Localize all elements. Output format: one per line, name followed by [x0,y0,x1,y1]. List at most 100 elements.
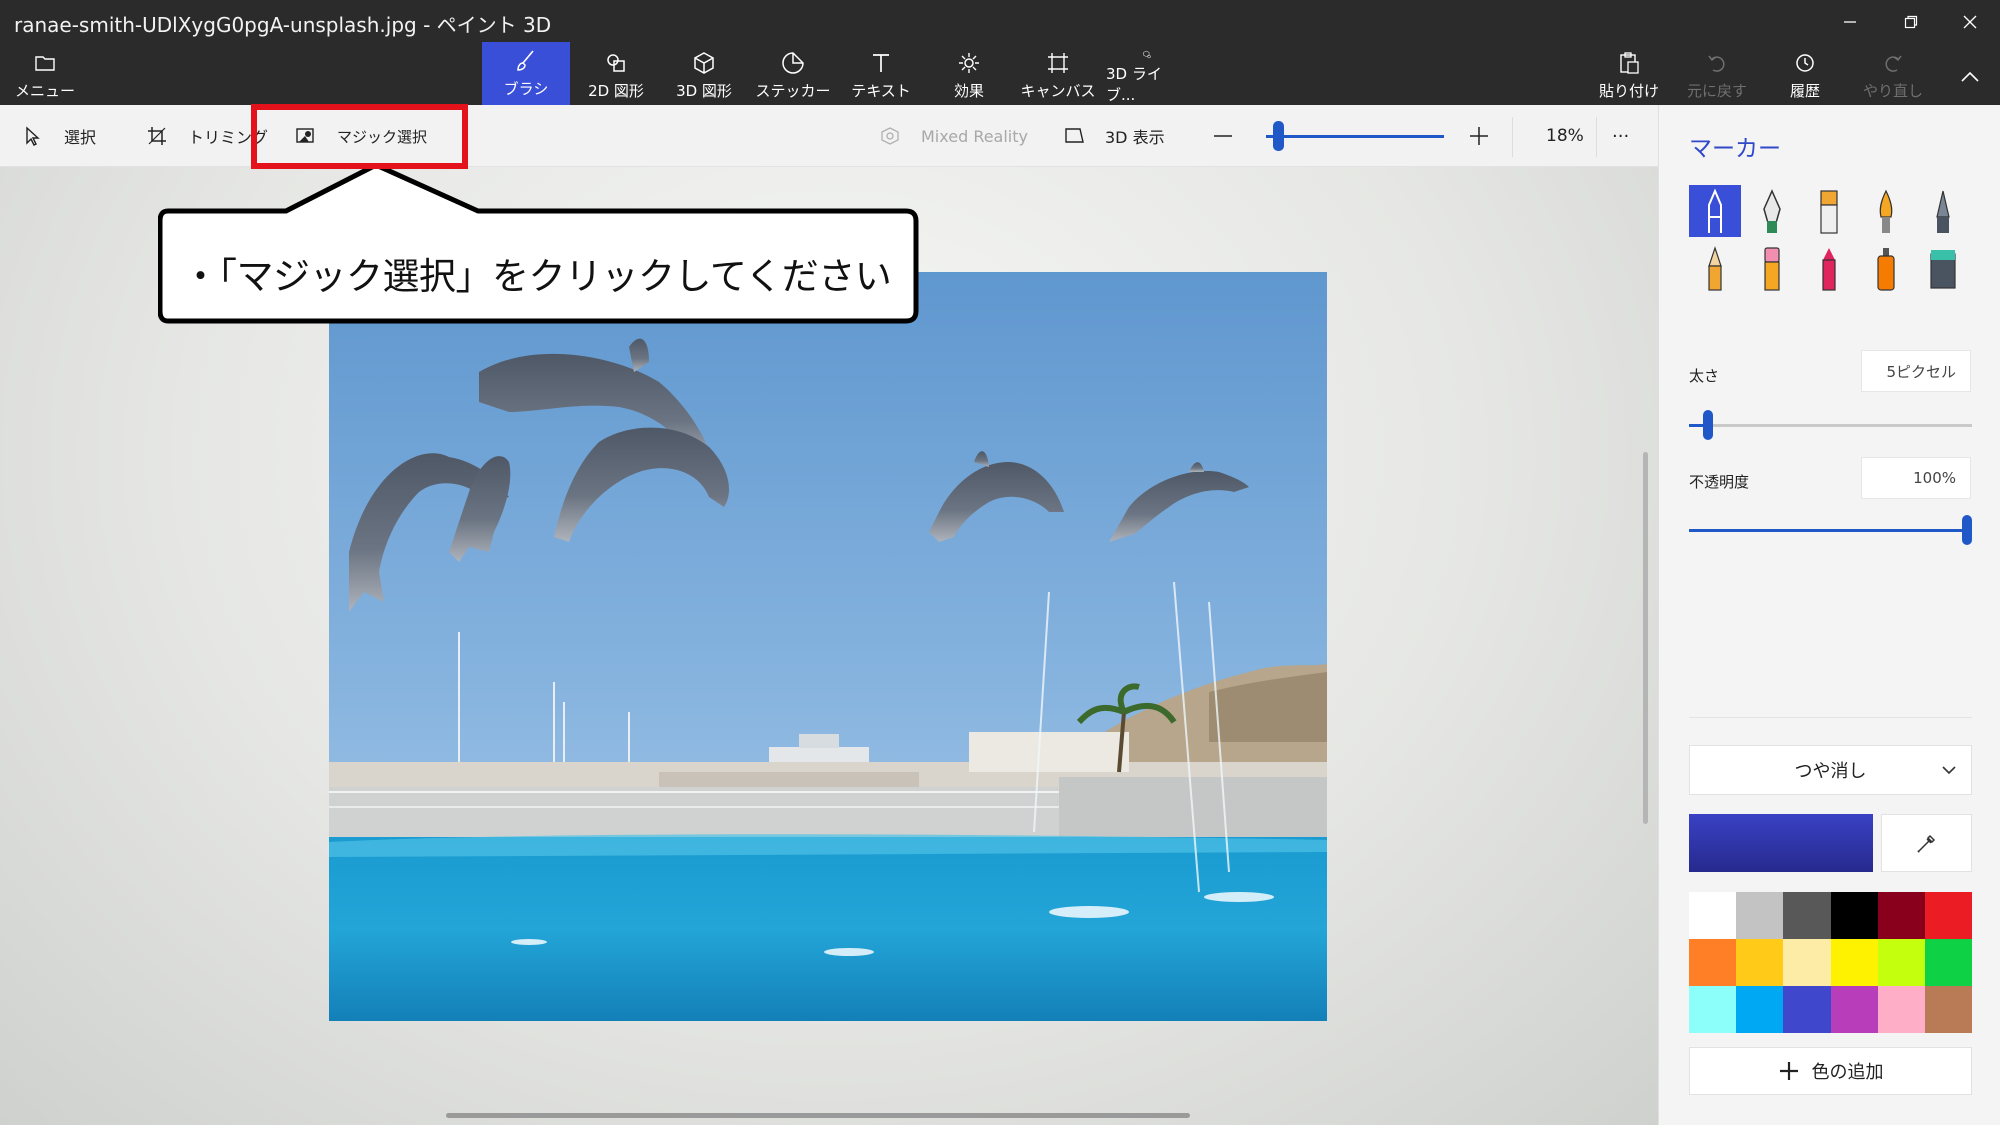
brush-pencil[interactable] [1689,242,1741,294]
canvas-image[interactable] [329,272,1327,1021]
paste-button[interactable]: 貼り付け [1592,44,1666,105]
color-swatch[interactable] [1736,892,1784,939]
collapse-ribbon-button[interactable] [1942,58,1998,94]
mixed-reality-label: Mixed Reality [921,126,1028,146]
chevron-down-icon [1942,766,1956,775]
add-color-button[interactable]: 色の追加 [1689,1047,1972,1095]
paste-label: 貼り付け [1598,82,1659,100]
divider [1689,717,1972,718]
brush-calligraphy-pen[interactable] [1746,185,1798,237]
thickness-slider-thumb[interactable] [1703,410,1713,440]
sticker-icon [782,52,804,74]
color-swatch[interactable] [1877,939,1925,986]
color-swatch[interactable] [1736,939,1784,986]
color-swatch[interactable] [1877,892,1925,939]
opacity-slider-fill [1689,529,1967,532]
color-swatch[interactable] [1783,892,1831,939]
redo-button[interactable]: やり直し [1856,44,1930,105]
brush-pixel-pen[interactable] [1917,185,1969,237]
undo-button[interactable]: 元に戻す [1680,44,1754,105]
redo-icon [1885,55,1902,72]
mixed-reality-button[interactable]: Mixed Reality [879,105,1028,167]
highlight-box [251,104,468,169]
zoom-level[interactable]: 18% [1546,105,1584,167]
brush-marker[interactable] [1689,185,1741,237]
color-swatch[interactable] [1877,986,1925,1033]
tab-label: 3D 図形 [676,82,732,100]
color-palette [1689,892,1972,1033]
zoom-out-button[interactable] [1212,105,1234,167]
cursor-icon [26,126,40,146]
tab-stickers[interactable]: ステッカー [750,44,836,105]
fill-icon [1930,250,1956,289]
divider [1596,117,1597,157]
crop-tool[interactable]: トリミング [146,105,268,167]
eraser-icon [1764,247,1780,291]
tab-label: ステッカー [755,82,831,100]
thickness-input[interactable]: 5ピクセル [1861,350,1971,392]
tab-label: キャンバス [1020,82,1096,100]
zoom-in-button[interactable] [1468,105,1490,167]
tab-canvas[interactable]: キャンバス [1014,44,1102,105]
color-swatch[interactable] [1783,986,1831,1033]
history-button[interactable]: 履歴 [1768,44,1842,105]
select-label: 選択 [64,128,97,147]
vertical-scrollbar[interactable] [1643,452,1648,824]
color-swatch[interactable] [1689,986,1737,1033]
window-title: ranae-smith-UDlXygG0pgA-unsplash.jpg - ペ… [14,13,552,37]
minimize-button[interactable] [1822,4,1878,40]
brush-crayon[interactable] [1803,242,1855,294]
opacity-input[interactable]: 100% [1861,457,1971,499]
current-color-swatch[interactable] [1689,814,1873,872]
color-swatch[interactable] [1924,986,1972,1033]
horizontal-scrollbar[interactable] [446,1113,1190,1118]
2d-shapes-icon [607,54,625,72]
select-tool[interactable]: 選択 [22,105,96,167]
divider [1512,117,1513,157]
zoom-slider[interactable] [1266,135,1444,138]
minus-icon [1214,135,1232,137]
more-options-button[interactable]: ··· [1612,105,1629,167]
tab-2d-shapes[interactable]: 2D 図形 [574,44,658,105]
color-swatch[interactable] [1783,939,1831,986]
brush-watercolor[interactable] [1860,185,1912,237]
color-swatch[interactable] [1830,939,1878,986]
tab-brushes[interactable]: ブラシ [482,42,570,105]
brush-eraser[interactable] [1746,242,1798,294]
menu-button[interactable]: メニュー [14,44,76,105]
zoom-slider-thumb[interactable] [1273,121,1284,151]
tab-label: 2D 図形 [588,82,644,100]
color-swatch[interactable] [1830,986,1878,1033]
brush-spray-can[interactable] [1860,242,1912,294]
brush-fill[interactable] [1917,242,1969,294]
tab-label: テキスト [851,82,911,100]
canvas-icon [1048,53,1068,73]
tool-options-bar: 選択 トリミング マジック選択 Mixed Reality 3D 表示 18% … [0,105,1658,167]
brush-oil[interactable] [1803,185,1855,237]
instruction-text: ・「マジック選択」をクリックしてください [182,255,892,298]
finish-value: つや消し [1794,761,1867,782]
color-swatch[interactable] [1924,939,1972,986]
thickness-label: 太さ [1689,367,1720,385]
tab-3d-library[interactable]: 3D ライブ... [1106,44,1188,105]
tab-text[interactable]: テキスト [840,44,922,105]
3d-view-button[interactable]: 3D 表示 [1063,105,1165,167]
color-swatch[interactable] [1689,939,1737,986]
thickness-slider[interactable] [1689,424,1972,427]
opacity-slider-thumb[interactable] [1962,515,1972,545]
panel-title: マーカー [1689,136,1781,162]
tab-label: 3D ライブ... [1106,65,1162,104]
tab-label: ブラシ [503,80,549,98]
close-button[interactable] [1942,4,1998,40]
3d-view-icon [1065,128,1084,143]
color-swatch[interactable] [1689,892,1737,939]
tab-effects[interactable]: 効果 [928,44,1010,105]
finish-dropdown[interactable]: つや消し [1689,745,1972,795]
restore-icon [1904,15,1918,29]
color-swatch[interactable] [1736,986,1784,1033]
restore-button[interactable] [1883,4,1939,40]
eyedropper-button[interactable] [1881,814,1972,872]
tab-3d-shapes[interactable]: 3D 図形 [662,44,746,105]
color-swatch[interactable] [1830,892,1878,939]
color-swatch[interactable] [1924,892,1972,939]
